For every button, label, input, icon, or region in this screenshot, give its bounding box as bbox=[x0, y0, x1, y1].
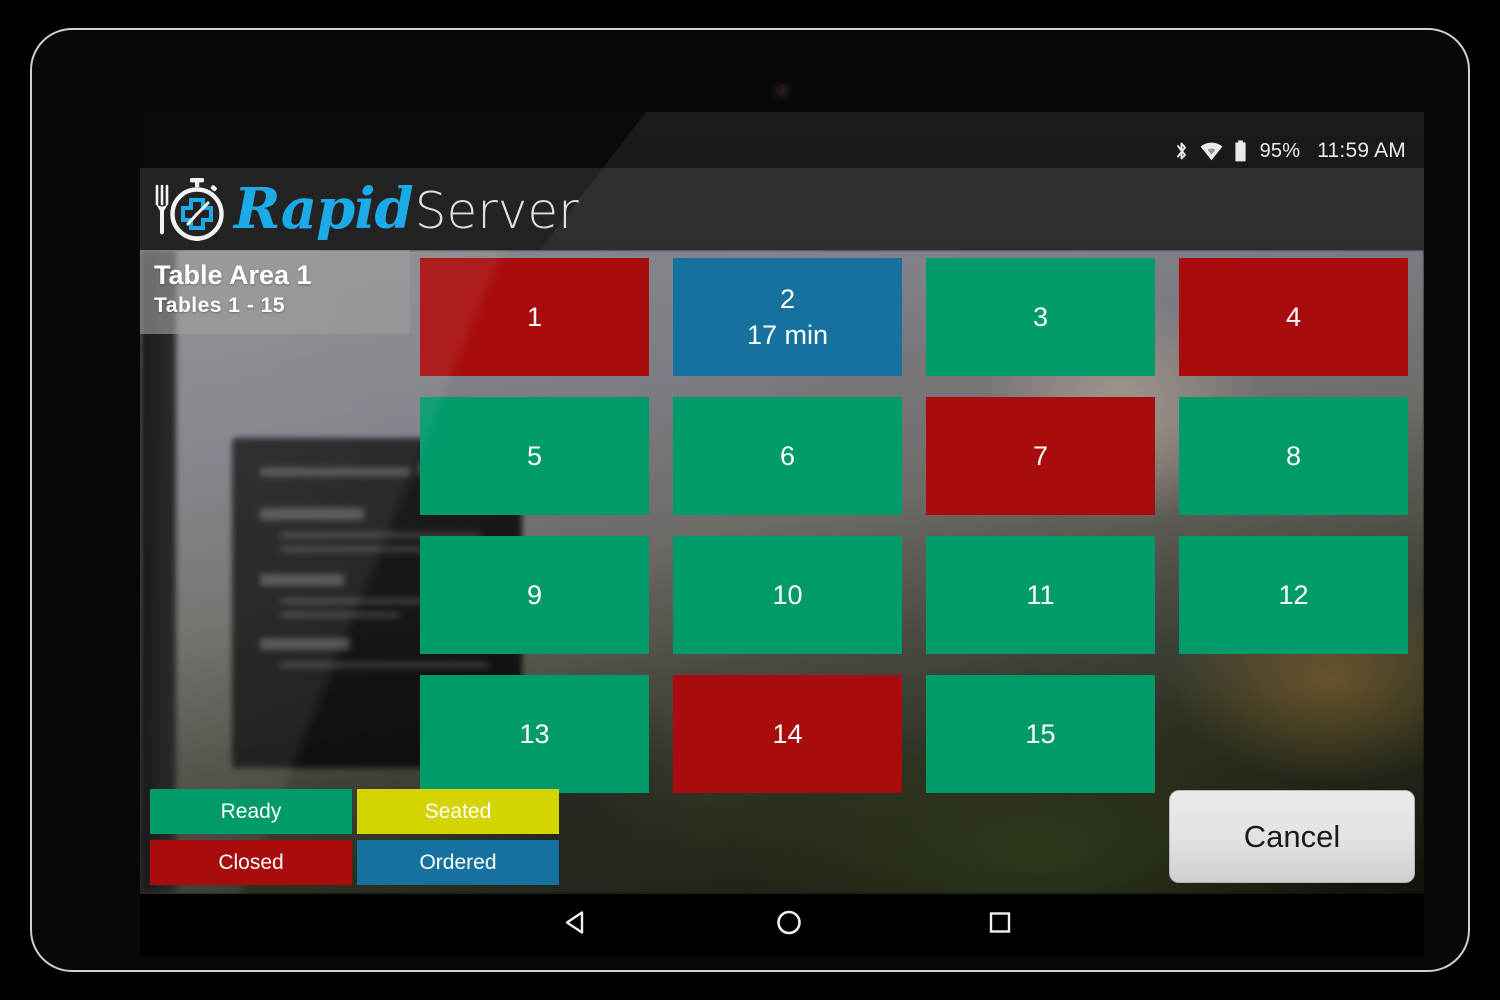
legend-chip-closed[interactable]: Closed bbox=[150, 840, 352, 885]
table-area-subtitle: Tables 1 - 15 bbox=[154, 294, 286, 318]
table-number-label: 13 bbox=[519, 718, 550, 749]
table-area-panel: Table Area 1 Tables 1 - 15 bbox=[140, 250, 410, 334]
brand-wordmark: Rapid Server bbox=[234, 181, 579, 237]
table-button-10[interactable]: 10 bbox=[673, 536, 902, 654]
table-number-label: 6 bbox=[779, 440, 796, 471]
table-button-15[interactable]: 15 bbox=[926, 675, 1155, 793]
battery-percent-label: 95% bbox=[1259, 139, 1301, 162]
table-number-label: 10 bbox=[772, 579, 803, 610]
table-button-3[interactable]: 3 bbox=[926, 258, 1155, 376]
table-button-11[interactable]: 11 bbox=[926, 536, 1155, 654]
legend-label: Ready bbox=[220, 799, 282, 823]
brand-name-primary: Rapid bbox=[234, 176, 414, 242]
android-navigation-bar bbox=[140, 894, 1424, 956]
table-button-2[interactable]: 2 17 min bbox=[673, 258, 902, 376]
tablet-screen: 95% 11:59 AM Rapid Server Table Area 1 T… bbox=[140, 112, 1424, 894]
table-timer-label: 17 min bbox=[746, 320, 829, 350]
table-button-13[interactable]: 13 bbox=[420, 675, 649, 793]
brand-name-secondary: Server bbox=[414, 182, 579, 240]
app-header: Rapid Server bbox=[140, 168, 1424, 250]
bluetooth-icon bbox=[1174, 141, 1189, 162]
table-button-4[interactable]: 4 bbox=[1179, 258, 1408, 376]
legend-label: Ordered bbox=[419, 850, 497, 874]
screenshot-root: 95% 11:59 AM Rapid Server Table Area 1 T… bbox=[0, 0, 1500, 1000]
legend-chip-seated[interactable]: Seated bbox=[357, 789, 559, 834]
legend-label: Seated bbox=[424, 799, 492, 823]
table-number-label: 12 bbox=[1278, 579, 1309, 610]
table-number-label: 11 bbox=[1026, 579, 1055, 610]
fork-stopwatch-logo-icon bbox=[150, 174, 228, 244]
table-area-title: Table Area 1 bbox=[154, 260, 312, 290]
table-button-1[interactable]: 1 bbox=[420, 258, 649, 376]
table-button-9[interactable]: 9 bbox=[420, 536, 649, 654]
table-number-label: 5 bbox=[526, 440, 543, 471]
table-button-14[interactable]: 14 bbox=[673, 675, 902, 793]
cancel-button[interactable]: Cancel bbox=[1169, 790, 1415, 883]
battery-icon bbox=[1234, 140, 1247, 162]
legend-label: Closed bbox=[218, 850, 284, 874]
table-number-label: 1 bbox=[526, 301, 543, 332]
table-grid: 1 2 17 min 3 4 5 6 7 8 9 10 11 12 13 14 15 bbox=[420, 250, 1424, 870]
table-button-12[interactable]: 12 bbox=[1179, 536, 1408, 654]
tablet-device-frame: 95% 11:59 AM Rapid Server Table Area 1 T… bbox=[30, 28, 1470, 972]
front-camera-dot-icon bbox=[776, 84, 789, 97]
home-circle-icon[interactable] bbox=[773, 907, 805, 944]
wifi-icon bbox=[1200, 142, 1223, 161]
table-slot-empty bbox=[1179, 675, 1408, 793]
status-clock: 11:59 AM bbox=[1317, 139, 1406, 162]
table-number-label: 8 bbox=[1285, 440, 1302, 471]
table-number-label: 3 bbox=[1032, 301, 1049, 332]
back-triangle-icon[interactable] bbox=[560, 907, 592, 944]
status-legend: Ready Seated Closed Ordered bbox=[150, 789, 559, 885]
table-number-label: 9 bbox=[526, 579, 543, 610]
legend-chip-ready[interactable]: Ready bbox=[150, 789, 352, 834]
legend-chip-ordered[interactable]: Ordered bbox=[357, 840, 559, 885]
table-number-label: 2 bbox=[779, 283, 796, 314]
table-button-5[interactable]: 5 bbox=[420, 397, 649, 515]
recents-square-icon[interactable] bbox=[985, 908, 1015, 943]
status-bar: 95% 11:59 AM bbox=[140, 134, 1424, 168]
table-button-6[interactable]: 6 bbox=[673, 397, 902, 515]
bottom-action-bar: Ready Seated Closed Ordered Cancel bbox=[140, 780, 1424, 894]
table-number-label: 15 bbox=[1025, 718, 1056, 749]
table-number-label: 4 bbox=[1285, 301, 1302, 332]
table-button-8[interactable]: 8 bbox=[1179, 397, 1408, 515]
table-button-7[interactable]: 7 bbox=[926, 397, 1155, 515]
table-number-label: 7 bbox=[1032, 440, 1049, 471]
table-number-label: 14 bbox=[772, 718, 803, 749]
